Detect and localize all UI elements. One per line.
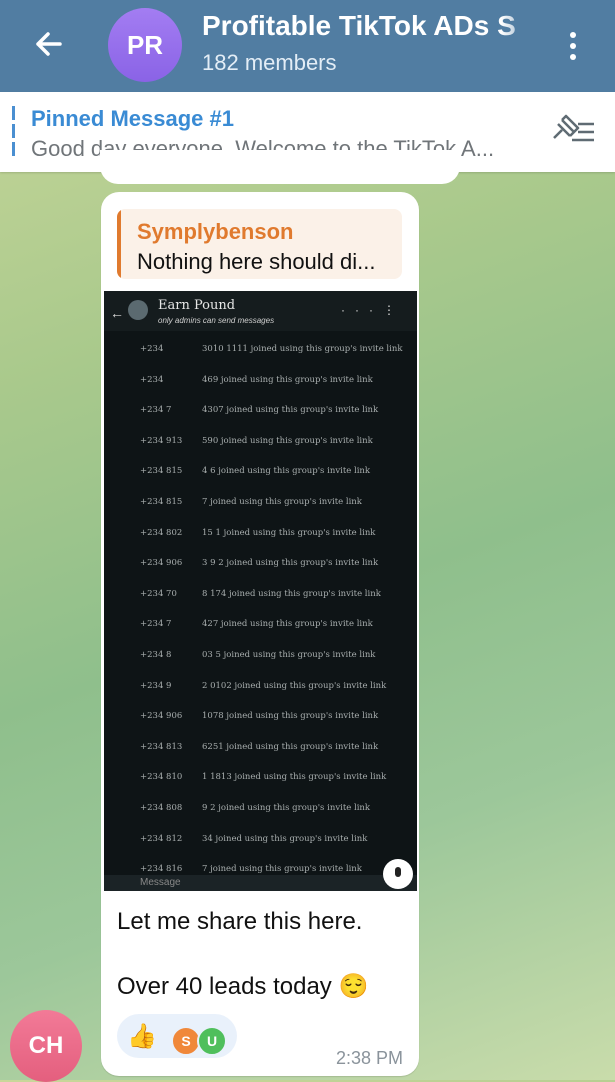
screenshot-back-icon: ← <box>110 305 124 321</box>
reactor-avatar: U <box>197 1026 227 1056</box>
group-avatar[interactable]: PR <box>108 8 182 82</box>
screenshot-join-text: 7 joined using this group's invite link <box>202 496 362 507</box>
thumbs-up-icon: 👍 <box>127 1023 157 1050</box>
member-count: 182 members <box>202 50 337 75</box>
screenshot-phone-number: +234 815 <box>140 466 183 477</box>
pinned-title: Pinned Message #1 <box>31 106 234 131</box>
screenshot-phone-number: +234 816 <box>140 864 183 875</box>
screenshot-chat-header: ← Earn Pound only admins can send messag… <box>104 291 417 331</box>
screenshot-join-text: 2 0102 joined using this group's invite … <box>202 680 387 691</box>
screenshot-chat-title: Earn Pound <box>158 298 236 313</box>
screenshot-join-text: 9 2 joined using this group's invite lin… <box>202 802 371 813</box>
screenshot-phone-number: +234 9 <box>140 680 172 691</box>
pinned-indicator <box>12 106 15 158</box>
attached-screenshot[interactable]: ← Earn Pound only admins can send messag… <box>104 291 417 891</box>
screenshot-join-text: 15 1 joined using this group's invite li… <box>202 527 376 538</box>
screenshot-mic-icon <box>383 859 413 889</box>
screenshot-input-placeholder: Message <box>140 877 181 888</box>
screenshot-join-text: 1078 joined using this group's invite li… <box>202 711 379 722</box>
screenshot-join-text: 7 joined using this group's invite link <box>202 864 362 875</box>
reply-author: Symplybenson <box>137 219 294 244</box>
screenshot-phone-number: +234 906 <box>140 558 183 569</box>
reply-quote[interactable]: Symplybenson Nothing here should di... <box>117 209 402 279</box>
more-options-icon[interactable] <box>561 28 585 64</box>
screenshot-header-icons: ···⋮ <box>341 303 405 317</box>
previous-message-bubble <box>100 150 460 184</box>
screenshot-list-row: +234 913 590 joined using this group's in… <box>104 425 417 456</box>
screenshot-list-row: +234 815 7 joined using this group's invi… <box>104 486 417 517</box>
screenshot-join-text: 03 5 joined using this group's invite li… <box>202 649 376 660</box>
screenshot-phone-number: +234 <box>140 374 164 385</box>
screenshot-join-text: 427 joined using this group's invite lin… <box>202 619 373 630</box>
message-text-line2: Over 40 leads today 😌 <box>117 973 369 1000</box>
screenshot-join-list: +234 3010 1111 joined using this group's … <box>104 333 417 884</box>
screenshot-join-text: 1 1813 joined using this group's invite … <box>202 772 387 783</box>
screenshot-join-text: 4 6 joined using this group's invite lin… <box>202 466 371 477</box>
screenshot-list-row: +234 70 8 174 joined using this group's i… <box>104 578 417 609</box>
screenshot-phone-number: +234 813 <box>140 741 183 752</box>
screenshot-list-row: +234 8 03 5 joined using this group's inv… <box>104 639 417 670</box>
screenshot-join-text: 3010 1111 joined using this group's invi… <box>202 344 403 354</box>
screenshot-list-row: +234 808 9 2 joined using this group's in… <box>104 792 417 823</box>
screenshot-phone-number: +234 812 <box>140 833 183 844</box>
screenshot-input-bar: Message <box>104 859 417 891</box>
screenshot-phone-number: +234 913 <box>140 435 183 446</box>
screenshot-join-text: 3 9 2 joined using this group's invite l… <box>202 558 379 569</box>
screenshot-join-text: 4307 joined using this group's invite li… <box>202 405 379 416</box>
screenshot-list-row: +234 7 427 joined using this group's invi… <box>104 608 417 639</box>
screenshot-list-row: +234 3010 1111 joined using this group's … <box>104 333 417 364</box>
screenshot-list-row: +234 810 1 1813 joined using this group's… <box>104 761 417 792</box>
sender-avatar[interactable]: CH <box>10 1010 82 1082</box>
screenshot-list-row: +234 9 2 0102 joined using this group's i… <box>104 670 417 701</box>
group-title[interactable]: Profitable TikTok ADs S <box>202 10 542 42</box>
message-bubble[interactable]: Symplybenson Nothing here should di... ←… <box>101 192 419 1076</box>
chat-header: PR Profitable TikTok ADs S 182 members <box>0 0 615 92</box>
screenshot-avatar <box>128 300 148 320</box>
screenshot-phone-number: +234 810 <box>140 772 183 783</box>
screenshot-phone-number: +234 808 <box>140 802 183 813</box>
screenshot-join-text: 469 joined using this group's invite lin… <box>202 374 373 385</box>
screenshot-phone-number: +234 7 <box>140 405 172 416</box>
screenshot-phone-number: +234 802 <box>140 527 183 538</box>
screenshot-phone-number: +234 70 <box>140 588 177 599</box>
screenshot-list-row: +234 815 4 6 joined using this group's in… <box>104 455 417 486</box>
screenshot-phone-number: +234 8 <box>140 649 172 660</box>
screenshot-chat-subtitle: only admins can send messages <box>158 316 275 325</box>
reply-preview: Nothing here should di... <box>137 249 376 274</box>
back-arrow-icon[interactable] <box>30 26 66 62</box>
screenshot-list-row: +234 7 4307 joined using this group's inv… <box>104 394 417 425</box>
screenshot-list-row: +234 906 3 9 2 joined using this group's … <box>104 547 417 578</box>
screenshot-list-row: +234 906 1078 joined using this group's i… <box>104 700 417 731</box>
screenshot-list-row: +234 812 34 joined using this group's inv… <box>104 823 417 854</box>
screenshot-list-row: +234 802 15 1 joined using this group's i… <box>104 517 417 548</box>
screenshot-phone-number: +234 7 <box>140 619 172 630</box>
message-timestamp: 2:38 PM <box>335 1048 403 1068</box>
screenshot-join-text: 34 joined using this group's invite link <box>202 833 368 844</box>
reaction-pill[interactable]: 👍 S U <box>117 1014 237 1058</box>
screenshot-join-text: 590 joined using this group's invite lin… <box>202 435 373 446</box>
message-text-line1: Let me share this here. <box>117 908 363 935</box>
screenshot-list-row: +234 469 joined using this group's invite… <box>104 364 417 395</box>
screenshot-join-text: 8 174 joined using this group's invite l… <box>202 588 381 599</box>
screenshot-join-text: 6251 joined using this group's invite li… <box>202 741 379 752</box>
screenshot-phone-number: +234 <box>140 344 164 354</box>
pinned-list-icon[interactable] <box>548 112 596 152</box>
screenshot-list-row: +234 813 6251 joined using this group's i… <box>104 731 417 762</box>
screenshot-phone-number: +234 906 <box>140 711 183 722</box>
screenshot-phone-number: +234 815 <box>140 496 183 507</box>
